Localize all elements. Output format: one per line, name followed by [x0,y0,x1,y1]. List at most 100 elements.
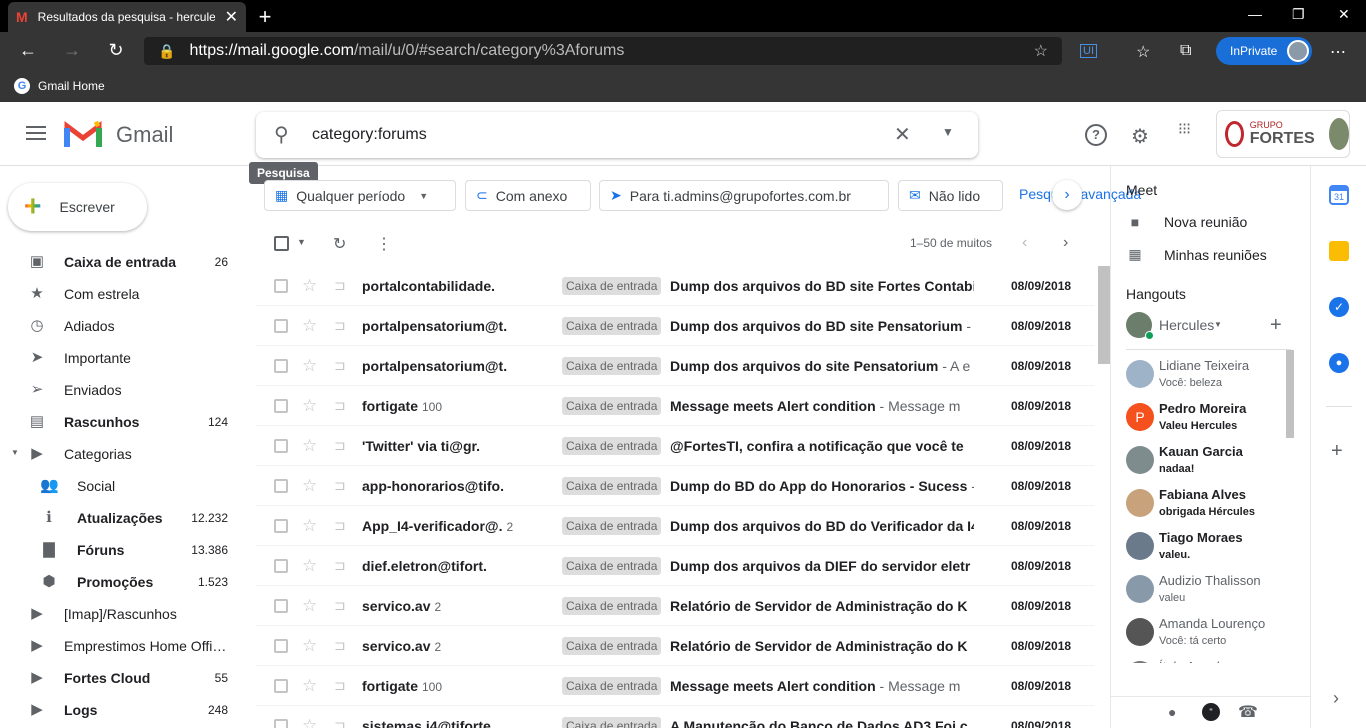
my-meetings-item[interactable]: ▦ Minhas reuniões [1126,246,1266,263]
label-badge[interactable]: Caixa de entrada [562,356,662,375]
search-input[interactable]: category:forums [312,126,427,144]
label-badge[interactable]: Caixa de entrada [562,476,662,495]
star-icon[interactable]: ☆ [302,556,317,576]
close-window-icon[interactable]: ✕ [1338,6,1350,23]
important-marker-icon[interactable]: ⊐ [334,397,346,414]
chat-bubble-icon[interactable]: " [1202,703,1220,721]
sidebar-item-categorias[interactable]: ▶ Categorias [0,438,240,470]
settings-gear-icon[interactable]: ⚙ [1129,124,1151,148]
new-meeting-item[interactable]: ■ Nova reunião [1126,214,1248,230]
new-tab-button[interactable]: + [254,4,276,30]
contact-item[interactable]: Amanda Lourenço Você: tá certo [1126,616,1286,659]
search-options-icon[interactable]: ▼ [942,125,954,139]
add-app-plus-icon[interactable]: + [1331,440,1343,463]
sidebar-item-imap-rascunhos[interactable]: ▶ [Imap]/Rascunhos [0,598,240,630]
label-badge[interactable]: Caixa de entrada [562,636,662,655]
email-row[interactable]: ☆ ⊐ fortigate 100 Caixa de entrada Message me… [256,386,1094,426]
favorite-gmail-home[interactable]: Gmail Home [38,79,105,93]
maximize-icon[interactable]: ❐ [1292,6,1305,23]
important-marker-icon[interactable]: ⊐ [334,517,346,534]
new-chat-plus-icon[interactable]: + [1270,314,1282,337]
email-row[interactable]: ☆ ⊐ servico.av 2 Caixa de entrada Relatório d… [256,626,1094,666]
star-icon[interactable]: ☆ [302,476,317,496]
email-row[interactable]: ☆ ⊐ servico.av 2 Caixa de entrada Relatório d… [256,586,1094,626]
sidebar-item-adiados[interactable]: ◷ Adiados [0,310,240,342]
chips-next-icon[interactable]: › [1052,180,1082,210]
search-bar[interactable]: ⚲ category:forums ✕ ▼ [256,112,978,158]
contact-item[interactable]: Tiago Moraes valeu. [1126,530,1286,573]
important-marker-icon[interactable]: ⊐ [334,557,346,574]
contacts-person-icon[interactable]: ● [1168,704,1176,720]
prev-page-icon[interactable]: ‹ [1022,234,1027,252]
row-checkbox[interactable] [274,678,288,693]
row-checkbox[interactable] [274,398,288,413]
back-icon[interactable]: ← [18,40,38,61]
row-checkbox[interactable] [274,318,288,333]
email-row[interactable]: ☆ ⊐ sistemas.i4@tiforte. Caixa de entrada A … [256,706,1094,728]
contact-item[interactable]: Ítalo Angelo [1126,659,1286,663]
more-options-icon[interactable]: ⋯ [1330,42,1346,62]
sidebar-item-com-estrela[interactable]: ★ Com estrela [0,278,240,310]
row-checkbox[interactable] [274,718,288,728]
sidebar-item-atualiza-es[interactable]: ℹ Atualizações 12.232 [0,502,240,534]
row-checkbox[interactable] [274,278,288,293]
browser-tab[interactable]: M Resultados da pesquisa - hercule ✕ [8,2,246,32]
email-list-scrollbar[interactable] [1098,266,1110,364]
important-marker-icon[interactable]: ⊐ [334,717,346,728]
star-icon[interactable]: ☆ [302,316,317,336]
star-icon[interactable]: ☆ [302,596,317,616]
clear-search-icon[interactable]: ✕ [894,122,911,147]
important-marker-icon[interactable]: ⊐ [334,437,346,454]
sidebar-item-caixa-de-entrada[interactable]: ▣ Caixa de entrada 26 [0,246,240,278]
row-checkbox[interactable] [274,478,288,493]
star-icon[interactable]: ☆ [302,276,317,296]
hangouts-user[interactable]: Hercules ▼ [1126,312,1226,340]
star-icon[interactable]: ☆ [302,436,317,456]
filter-chip[interactable]: ▦ Qualquer período ▼ [264,180,456,211]
close-tab-icon[interactable]: ✕ [225,7,238,27]
row-checkbox[interactable] [274,558,288,573]
important-marker-icon[interactable]: ⊐ [334,637,346,654]
email-row[interactable]: ☆ ⊐ portalcontabilidade. Caixa de entrada Du… [256,266,1094,306]
important-marker-icon[interactable]: ⊐ [334,477,346,494]
important-marker-icon[interactable]: ⊐ [334,317,346,334]
compose-button[interactable]: + Escrever [8,183,147,231]
email-row[interactable]: ☆ ⊐ dief.eletron@tifort. Caixa de entrada Du… [256,546,1094,586]
email-row[interactable]: ☆ ⊐ app-honorarios@tifo. Caixa de entrada Du… [256,466,1094,506]
tasks-app-icon[interactable]: ✓ [1329,297,1349,317]
favorites-icon[interactable]: ☆ [1136,42,1150,62]
phone-icon[interactable]: ☎ [1238,702,1258,722]
star-icon[interactable]: ☆ [302,516,317,536]
refresh-mail-icon[interactable]: ↻ [333,234,346,254]
more-actions-icon[interactable]: ⋮ [376,234,392,254]
row-checkbox[interactable] [274,438,288,453]
select-dropdown-icon[interactable]: ▼ [297,237,306,247]
label-badge[interactable]: Caixa de entrada [562,676,662,695]
sidebar-item-rascunhos[interactable]: ▤ Rascunhos 124 [0,406,240,438]
label-badge[interactable]: Caixa de entrada [562,516,662,535]
label-badge[interactable]: Caixa de entrada [562,396,662,415]
contact-item[interactable]: P Pedro Moreira Valeu Hercules [1126,401,1286,444]
sidebar-item-fortes-cloud[interactable]: ▶ Fortes Cloud 55 [0,662,240,694]
extension-icon[interactable]: UI [1080,44,1097,58]
sidebar-item-social[interactable]: 👥 Social [0,470,240,502]
expand-categories-icon[interactable]: ▼ [11,448,19,457]
gmail-logo-icon[interactable] [64,120,102,148]
contact-item[interactable]: Audizio Thalisson valeu [1126,573,1286,616]
row-checkbox[interactable] [274,638,288,653]
email-row[interactable]: ☆ ⊐ fortigate 100 Caixa de entrada Message me… [256,666,1094,706]
contacts-app-icon[interactable]: ● [1329,353,1349,373]
important-marker-icon[interactable]: ⊐ [334,677,346,694]
sidebar-item-emprestimos-home-offi[interactable]: ▶ Emprestimos Home Offi… [0,630,240,662]
row-checkbox[interactable] [274,358,288,373]
email-row[interactable]: ☆ ⊐ 'Twitter' via ti@gr. Caixa de entrada @F… [256,426,1094,466]
star-icon[interactable]: ☆ [302,396,317,416]
sidebar-item-importante[interactable]: ➤ Importante [0,342,240,374]
expand-panel-icon[interactable]: › [1333,688,1339,709]
minimize-icon[interactable]: — [1248,6,1262,22]
refresh-icon[interactable]: ↻ [106,40,126,61]
collections-icon[interactable]: ⧉ [1180,42,1191,60]
help-icon[interactable]: ? [1085,124,1107,146]
label-badge[interactable]: Caixa de entrada [562,596,662,615]
sidebar-item-enviados[interactable]: ➢ Enviados [0,374,240,406]
